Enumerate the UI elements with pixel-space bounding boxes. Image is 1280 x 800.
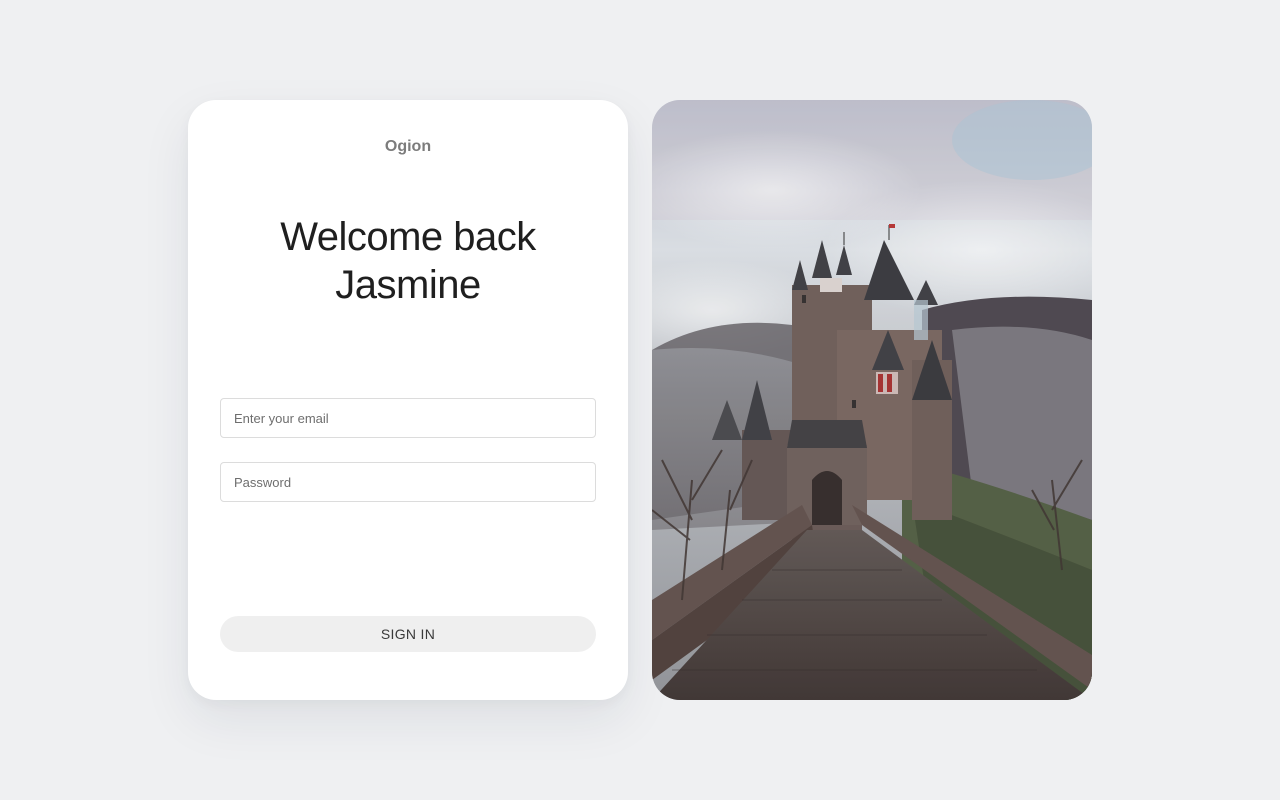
welcome-heading: Welcome back Jasmine bbox=[188, 213, 628, 309]
email-field[interactable] bbox=[220, 398, 596, 438]
login-card: Ogion Welcome back Jasmine SIGN IN bbox=[188, 100, 628, 700]
castle-illustration bbox=[652, 100, 1092, 700]
sign-in-button[interactable]: SIGN IN bbox=[220, 616, 596, 652]
password-field[interactable] bbox=[220, 462, 596, 502]
castle-photo bbox=[652, 100, 1092, 700]
welcome-line-1: Welcome back bbox=[280, 215, 536, 259]
welcome-line-2: Jasmine bbox=[335, 263, 481, 307]
login-screen: Ogion Welcome back Jasmine SIGN IN bbox=[0, 0, 1280, 800]
brand-name: Ogion bbox=[384, 138, 432, 155]
